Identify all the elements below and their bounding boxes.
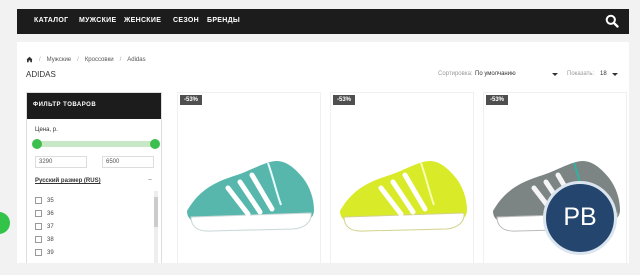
nav-item-women[interactable]: ЖЕНСКИЕ [124, 17, 161, 24]
nav-item-men[interactable]: МУЖСКИЕ [79, 17, 116, 24]
show-label: Показать: [567, 71, 595, 77]
filter-title: ФИЛЬТР ТОВАРОВ [27, 93, 161, 119]
sneaker-image[interactable] [335, 133, 471, 245]
price-slider-min-handle[interactable] [32, 139, 42, 149]
price-label: Цена, р. [35, 127, 58, 133]
search-icon[interactable] [605, 14, 619, 28]
checkbox[interactable] [35, 197, 42, 204]
size-option[interactable]: 36 [35, 207, 54, 220]
breadcrumb-men[interactable]: Мужские [47, 57, 71, 63]
breadcrumb-adidas[interactable]: Adidas [127, 57, 145, 63]
floating-chat-button[interactable] [0, 212, 10, 234]
breadcrumb: / Мужские / Кроссовки / Adidas [26, 56, 146, 63]
show-count-select[interactable]: 18 [600, 71, 607, 77]
size-value: 38 [47, 236, 54, 243]
size-value: 36 [47, 210, 54, 217]
breadcrumb-separator: / [39, 56, 41, 63]
price-slider-max-handle[interactable] [150, 139, 160, 149]
size-option[interactable]: 38 [35, 233, 54, 246]
checkbox[interactable] [35, 236, 42, 243]
catalog-content: / Мужские / Кроссовки / Adidas ADIDAS Со… [17, 42, 629, 275]
checkbox[interactable] [35, 249, 42, 256]
size-option[interactable]: 35 [35, 194, 54, 207]
price-max-input[interactable]: 6500 [102, 156, 154, 168]
product-listing-page: КАТАЛОГ МУЖСКИЕ ЖЕНСКИЕ СЕЗОН БРЕНДЫ / М… [0, 0, 640, 275]
size-list: 35 36 37 38 39 [35, 194, 54, 259]
size-filter-title[interactable]: Русский размер (RUS) [35, 178, 101, 184]
size-value: 39 [47, 249, 54, 256]
nav-item-catalog[interactable]: КАТАЛОГ [34, 17, 68, 24]
breadcrumb-sneakers[interactable]: Кроссовки [85, 57, 114, 63]
watermark-logo: PB [543, 181, 617, 255]
size-value: 35 [47, 197, 54, 204]
top-navigation: КАТАЛОГ МУЖСКИЕ ЖЕНСКИЕ СЕЗОН БРЕНДЫ [17, 9, 629, 34]
price-min-input[interactable]: 3290 [35, 156, 87, 168]
breadcrumb-separator: / [119, 56, 122, 63]
size-option[interactable]: 37 [35, 220, 54, 233]
checkbox[interactable] [35, 210, 42, 217]
breadcrumb-separator: / [77, 56, 79, 63]
product-card[interactable]: -53% [483, 92, 627, 275]
chevron-down-icon[interactable] [552, 73, 558, 76]
page-title: ADIDAS [26, 70, 56, 79]
filter-sidebar: ФИЛЬТР ТОВАРОВ Цена, р. 3290 6500 Русски… [26, 92, 162, 275]
size-option[interactable]: 39 [35, 246, 54, 259]
scrollbar-thumb[interactable] [154, 197, 158, 227]
discount-badge: -53% [486, 95, 509, 105]
price-slider-track[interactable] [36, 141, 155, 147]
sneaker-image[interactable] [182, 133, 318, 245]
discount-badge: -53% [180, 95, 203, 105]
size-value: 37 [47, 223, 54, 230]
nav-item-brands[interactable]: БРЕНДЫ [207, 17, 240, 24]
collapse-toggle[interactable]: − [148, 177, 152, 184]
home-icon[interactable] [26, 56, 33, 63]
nav-item-season[interactable]: СЕЗОН [173, 17, 199, 24]
sort-label: Сортировка: [438, 71, 473, 77]
product-card[interactable]: -53% [177, 92, 321, 275]
chevron-down-icon[interactable] [612, 73, 618, 76]
checkbox[interactable] [35, 223, 42, 230]
product-card[interactable]: -53% [330, 92, 474, 275]
bottom-edge [0, 263, 640, 275]
sort-select[interactable]: По умолчанию [475, 71, 516, 77]
discount-badge: -53% [333, 95, 356, 105]
